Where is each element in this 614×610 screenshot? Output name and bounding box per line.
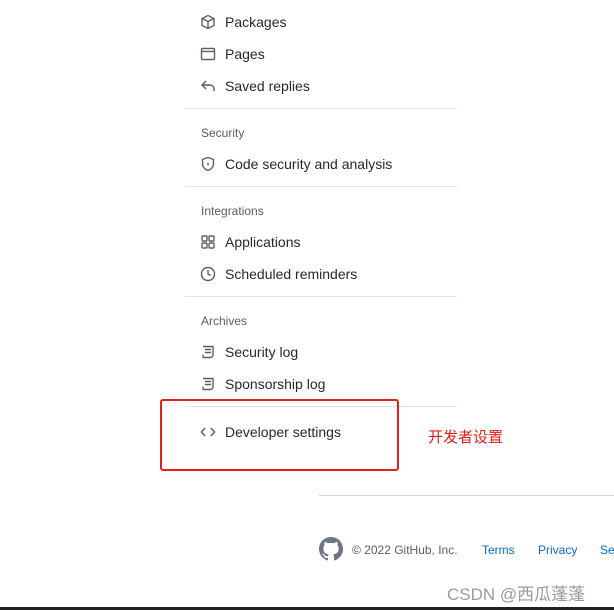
menu-item-code-security[interactable]: Code security and analysis [200,152,392,176]
log-icon [202,377,214,391]
github-logo-icon[interactable] [319,537,343,561]
footer-link-privacy[interactable]: Privacy [538,543,577,557]
menu-item-label: Scheduled reminders [225,266,358,282]
annotation-highlight-box [160,399,399,471]
section-header-archives: Archives [201,314,248,328]
package-icon [201,14,215,30]
menu-item-security-log[interactable]: Security log [200,340,298,364]
menu-item-label: Applications [225,234,301,250]
log-icon [202,345,214,359]
clock-icon [200,266,216,282]
menu-item-pages[interactable]: Pages [200,42,265,66]
section-header-security: Security [201,126,245,140]
divider [185,296,457,297]
menu-item-label: Packages [225,14,287,30]
menu-item-label: Security log [225,344,299,360]
divider [185,186,457,187]
watermark: CSDN @西瓜蓬蓬 [447,585,586,604]
reply-icon [201,80,215,91]
menu-item-packages[interactable]: Packages [200,10,286,34]
browser-icon [200,47,216,61]
footer-link-security[interactable]: Se [600,543,614,557]
section-header-integrations: Integrations [201,204,264,218]
footer-divider [319,495,614,496]
menu-item-label: Pages [225,46,265,62]
menu-item-label: Saved replies [225,78,310,94]
divider [185,108,457,109]
apps-icon [201,235,215,249]
menu-item-label: Code security and analysis [225,156,393,172]
menu-item-label: Sponsorship log [225,376,326,392]
menu-item-scheduled-reminders[interactable]: Scheduled reminders [200,262,357,286]
shield-lock-icon [201,156,215,172]
footer-link-terms[interactable]: Terms [482,543,515,557]
menu-item-saved-replies[interactable]: Saved replies [200,74,310,98]
menu-item-sponsorship-log[interactable]: Sponsorship log [200,372,325,396]
menu-item-applications[interactable]: Applications [200,230,301,254]
annotation-note: 开发者设置 [428,429,504,446]
footer-copyright: © 2022 GitHub, Inc. [352,543,458,557]
